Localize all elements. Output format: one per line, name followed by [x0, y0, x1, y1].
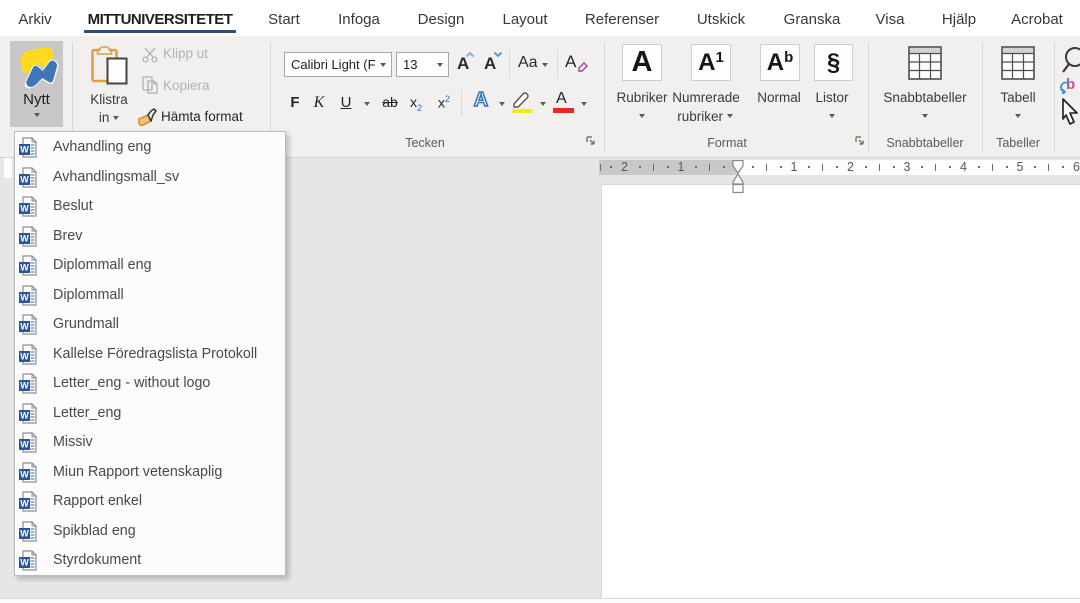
- svg-text:W: W: [20, 381, 29, 391]
- svg-text:W: W: [20, 410, 29, 420]
- svg-text:W: W: [20, 558, 29, 568]
- svg-text:W: W: [20, 351, 29, 361]
- svg-text:W: W: [20, 322, 29, 332]
- svg-text:W: W: [20, 204, 29, 214]
- svg-text:W: W: [20, 499, 29, 509]
- svg-text:W: W: [20, 292, 29, 302]
- svg-text:W: W: [20, 263, 29, 273]
- svg-text:W: W: [20, 528, 29, 538]
- svg-text:W: W: [20, 233, 29, 243]
- svg-text:W: W: [20, 145, 29, 155]
- svg-text:W: W: [20, 174, 29, 184]
- svg-text:W: W: [20, 440, 29, 450]
- svg-text:W: W: [20, 469, 29, 479]
